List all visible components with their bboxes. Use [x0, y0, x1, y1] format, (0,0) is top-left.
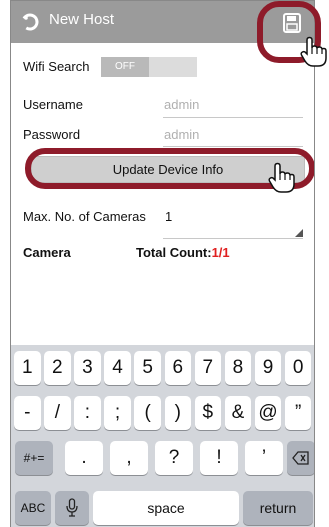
key-symbol-4[interactable]: ( — [134, 396, 161, 430]
key-symbol-3[interactable]: ; — [104, 396, 131, 430]
key-symbol-8[interactable]: @ — [254, 396, 282, 430]
total-count-value: 1/1 — [211, 245, 230, 260]
phone-screen: New Host Wifi Search OFF Username admin … — [10, 0, 315, 527]
key-symbol-5[interactable]: ) — [164, 396, 191, 430]
key-number-1[interactable]: 2 — [44, 351, 71, 385]
key-more-symbols[interactable]: #+= — [15, 441, 53, 475]
key-apostrophe[interactable]: ’ — [245, 441, 283, 475]
max-cameras-underline — [163, 238, 303, 239]
key-number-6[interactable]: 7 — [194, 351, 222, 385]
total-count-label: Total Count: — [136, 245, 212, 260]
key-abc[interactable]: ABC — [15, 491, 51, 525]
key-number-2[interactable]: 3 — [74, 351, 101, 385]
max-cameras-label: Max. No. of Cameras — [23, 209, 146, 224]
key-number-3[interactable]: 4 — [104, 351, 131, 385]
key-symbol-9[interactable]: ” — [284, 396, 312, 430]
pointer-hand-icon — [300, 36, 327, 67]
key-number-9[interactable]: 0 — [284, 351, 312, 385]
key-dictation[interactable] — [55, 491, 89, 525]
key-number-8[interactable]: 9 — [254, 351, 282, 385]
key-number-4[interactable]: 5 — [134, 351, 161, 385]
key-number-0[interactable]: 1 — [14, 351, 41, 385]
key-symbol-2[interactable]: : — [74, 396, 101, 430]
keyboard: 1234567890 - /:;() $ & @” #+= . , ? ! ’ ABC — [11, 345, 314, 527]
key-question[interactable]: ? — [155, 441, 193, 475]
password-field[interactable]: admin — [164, 127, 304, 142]
username-label: Username — [23, 97, 83, 112]
password-label: Password — [23, 127, 81, 142]
key-number-5[interactable]: 6 — [164, 351, 191, 385]
total-count: Total Count:1/1 — [136, 245, 230, 260]
key-comma[interactable]: , — [110, 441, 148, 475]
key-symbol-1[interactable]: / — [44, 396, 71, 430]
backspace-icon — [292, 451, 309, 465]
max-cameras-select[interactable]: 1 — [165, 209, 172, 224]
key-symbol-7[interactable]: & — [224, 396, 252, 430]
microphone-icon — [66, 498, 78, 517]
pointer-hand-icon-2 — [268, 162, 295, 193]
key-symbol-6[interactable]: $ — [194, 396, 222, 430]
password-underline — [163, 146, 303, 147]
key-symbol-0[interactable]: - — [14, 396, 41, 430]
wifi-search-toggle[interactable]: OFF — [101, 57, 197, 77]
key-exclamation[interactable]: ! — [200, 441, 238, 475]
key-number-7[interactable]: 8 — [224, 351, 252, 385]
username-underline — [163, 117, 303, 118]
dropdown-arrow-icon[interactable] — [295, 229, 303, 237]
username-field[interactable]: admin — [164, 97, 304, 112]
back-icon[interactable] — [20, 12, 40, 32]
key-space[interactable]: space — [93, 491, 239, 525]
key-period[interactable]: . — [65, 441, 103, 475]
key-return[interactable]: return — [243, 491, 313, 525]
key-backspace[interactable] — [287, 441, 314, 475]
page-title: New Host — [49, 11, 115, 28]
toggle-state-label: OFF — [101, 57, 149, 77]
camera-heading: Camera — [23, 245, 71, 260]
wifi-search-label: Wifi Search — [23, 59, 90, 74]
